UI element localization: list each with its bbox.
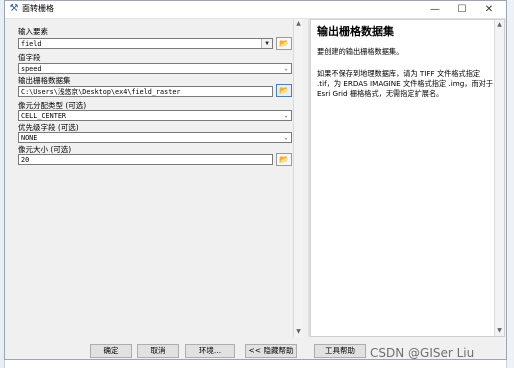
help-title: 输出栅格数据集 (317, 25, 394, 38)
close-button[interactable]: ✕ (476, 1, 502, 18)
cell-assignment-value: CELL_CENTER (21, 112, 67, 120)
output-raster-value: C:\Users\浅悠京\Desktop\ex4\field_raster (21, 88, 181, 96)
window-title: 面转栅格 (22, 4, 54, 13)
priority-field-label: 优先级字段 (可选) (18, 123, 79, 132)
help-paragraph-2: 如果不保存到地理数据库，请为 TIFF 文件格式指定 .tif，为 ERDAS … (317, 69, 494, 98)
chevron-down-icon[interactable]: ⌄ (281, 64, 291, 73)
folder-icon[interactable]: 📂 (276, 153, 292, 166)
tool-help-button[interactable]: 工具帮助 (314, 344, 366, 358)
background-right-strip (506, 0, 514, 368)
scroll-up-icon[interactable]: ▲ (495, 20, 504, 30)
output-raster-input[interactable]: C:\Users\浅悠京\Desktop\ex4\field_raster (18, 86, 273, 97)
hammer-icon: ⚒ (9, 3, 19, 14)
cell-assignment-dropdown[interactable]: CELL_CENTER ⌄ (18, 110, 292, 121)
maximize-button[interactable]: ☐ (449, 1, 475, 18)
scroll-up-icon[interactable]: ▲ (294, 19, 303, 29)
help-scrollbar[interactable]: ▲ ▼ (494, 20, 504, 336)
cell-assignment-label: 像元分配类型 (可选) (18, 101, 87, 110)
folder-icon[interactable]: 📂 (276, 84, 292, 97)
title-bar[interactable]: ⚒ 面转栅格 — ☐ ✕ (5, 1, 506, 19)
cellsize-value: 20 (21, 156, 30, 164)
value-field-dropdown[interactable]: speed ⌄ (18, 63, 292, 74)
input-features-value: field (21, 40, 42, 48)
minimize-button[interactable]: — (422, 1, 448, 18)
hide-help-button[interactable]: << 隐藏帮助 (245, 344, 297, 358)
help-paragraph-1: 要创建的输出栅格数据集。 (317, 47, 404, 56)
parameters-scrollbar[interactable]: ▲ ▼ (293, 19, 303, 337)
input-features-label: 输入要素 (18, 27, 48, 36)
cellsize-label: 像元大小 (可选) (18, 145, 72, 154)
watermark: CSDN @GISer Liu (370, 346, 475, 360)
cancel-button[interactable]: 取消 (137, 344, 179, 358)
input-features-dropdown[interactable]: field ▼ (18, 38, 273, 49)
tool-dialog-window: ⚒ 面转栅格 — ☐ ✕ 输入要素 field ▼ 📂 值字段 speed ⌄ … (4, 0, 507, 360)
scroll-down-icon[interactable]: ▼ (294, 327, 303, 337)
folder-icon[interactable]: 📂 (276, 37, 292, 50)
output-raster-label: 输出栅格数据集 (18, 76, 71, 85)
cellsize-input[interactable]: 20 (18, 154, 273, 165)
parameters-panel: 输入要素 field ▼ 📂 值字段 speed ⌄ 输出栅格数据集 C:\Us… (6, 19, 303, 337)
chevron-down-icon[interactable]: ⌄ (281, 133, 291, 142)
chevron-down-icon[interactable]: ▼ (261, 39, 272, 48)
priority-field-dropdown[interactable]: NONE ⌄ (18, 132, 292, 143)
priority-field-value: NONE (21, 134, 38, 142)
environments-button[interactable]: 环境... (185, 344, 235, 358)
ok-button[interactable]: 确定 (90, 344, 132, 358)
scroll-down-icon[interactable]: ▼ (495, 326, 504, 336)
value-field-label: 值字段 (18, 53, 41, 62)
help-panel: 输出栅格数据集 要创建的输出栅格数据集。 如果不保存到地理数据库，请为 TIFF… (310, 19, 505, 337)
chevron-down-icon[interactable]: ⌄ (281, 111, 291, 120)
value-field-value: speed (21, 65, 42, 73)
